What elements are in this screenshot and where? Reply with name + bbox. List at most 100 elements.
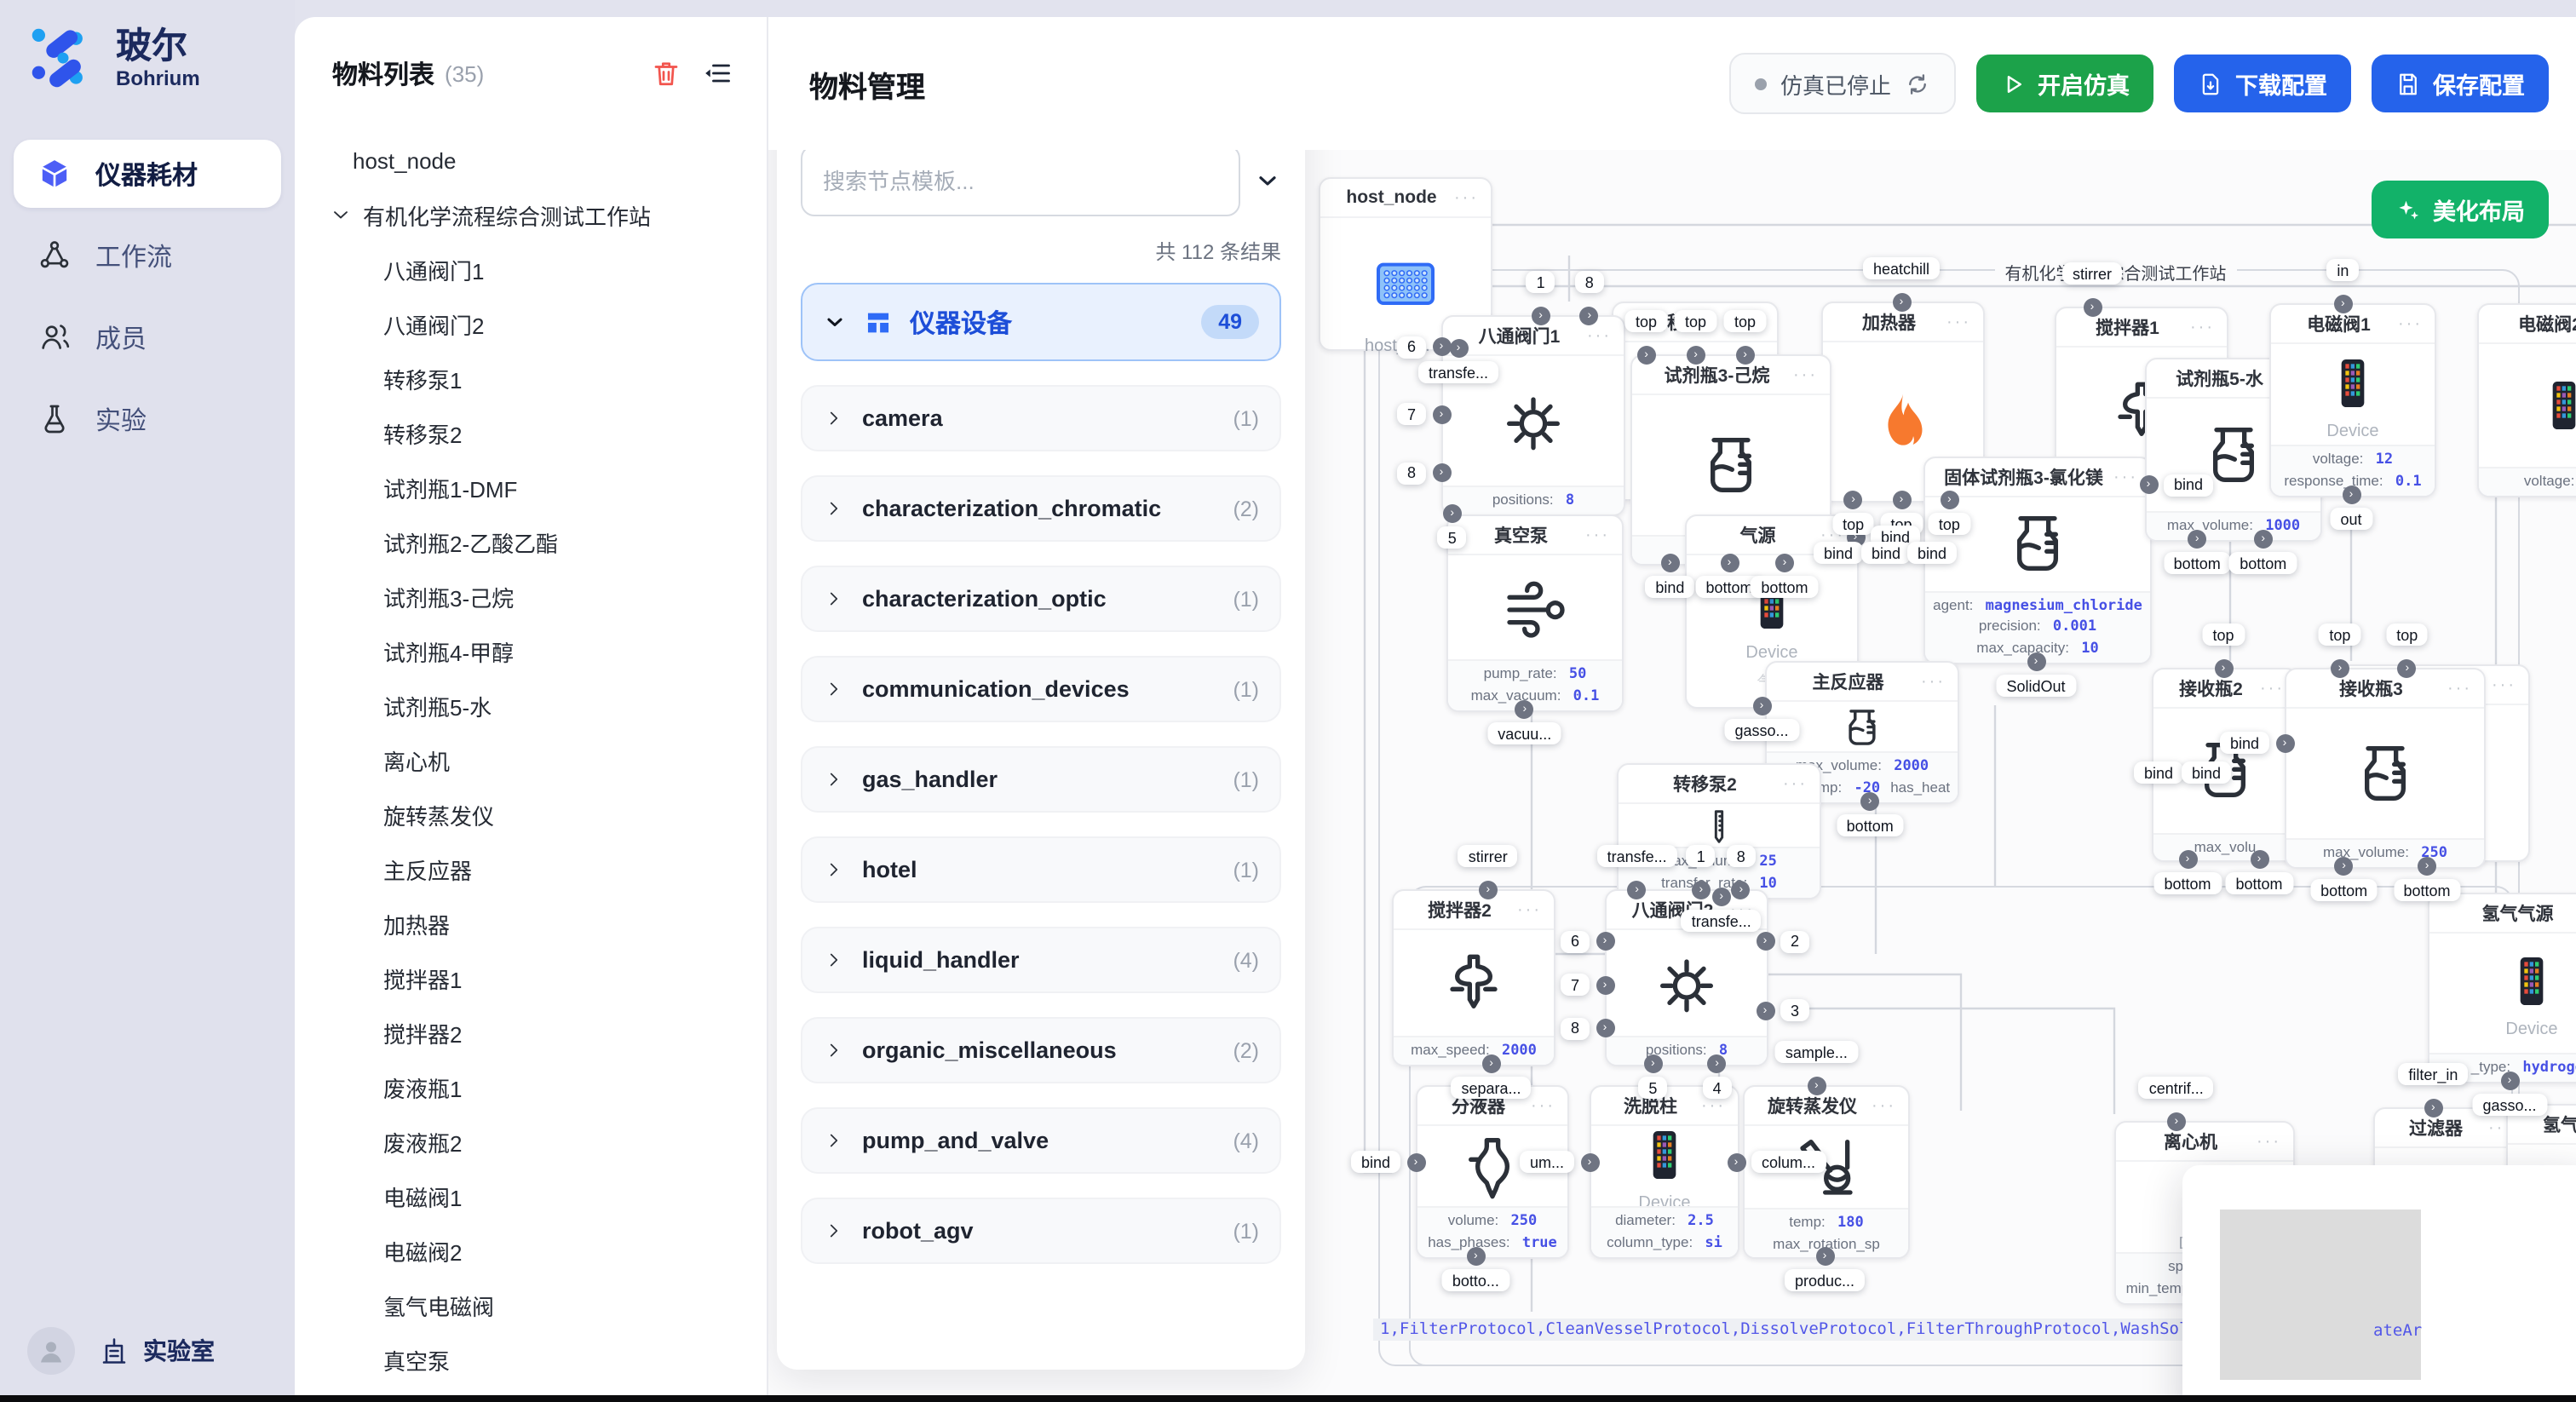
category-row-characterization_chromatic[interactable]: characterization_chromatic(2) — [801, 475, 1281, 542]
port-dot[interactable]: › — [1712, 887, 1731, 905]
port-label[interactable]: bind — [2220, 732, 2269, 754]
port-label[interactable]: filter_in — [2398, 1063, 2468, 1085]
port-dot[interactable]: › — [1449, 338, 1468, 357]
save-config-button[interactable]: 保存配置 — [2372, 55, 2549, 112]
node-menu[interactable]: ··· — [1531, 1096, 1555, 1115]
port-dot[interactable]: › — [1479, 880, 1498, 899]
category-group-instruments[interactable]: 仪器设备 49 — [801, 283, 1281, 361]
port-dot[interactable]: › — [1637, 345, 1656, 364]
node-menu[interactable]: ··· — [1701, 1096, 1726, 1115]
port-label[interactable]: bind — [1645, 576, 1694, 598]
port-label[interactable]: gasso... — [1724, 719, 1798, 741]
tree-item[interactable]: 八通阀门1 — [295, 242, 767, 296]
port-label[interactable]: bottom — [1751, 576, 1818, 598]
canvas-node[interactable]: 接收瓶3···max_volume: 250 — [2285, 668, 2486, 869]
node-menu[interactable]: ··· — [1921, 672, 1946, 691]
port-label[interactable]: separa... — [1452, 1077, 1532, 1099]
download-config-button[interactable]: 下载配置 — [2174, 55, 2351, 112]
tree-group-node[interactable]: 有机化学流程综合测试工作站 — [295, 187, 767, 242]
port-label[interactable]: bind — [2182, 761, 2231, 784]
port-label[interactable]: 8 — [1397, 463, 1426, 485]
tree-item[interactable]: 八通阀门2 — [295, 296, 767, 351]
port-label[interactable]: transfe... — [1682, 910, 1762, 932]
category-row-hotel[interactable]: hotel(1) — [801, 836, 1281, 903]
port-dot[interactable]: › — [1692, 880, 1711, 899]
port-label[interactable]: 8 — [1575, 271, 1604, 293]
port-dot[interactable]: › — [2083, 297, 2102, 316]
node-menu[interactable]: ··· — [1872, 1096, 1896, 1115]
node-menu[interactable]: ··· — [2260, 679, 2285, 698]
port-label[interactable]: bind — [2134, 761, 2183, 784]
port-label[interactable]: 5 — [1638, 1077, 1667, 1099]
port-label[interactable]: 1 — [1527, 271, 1555, 293]
canvas-node[interactable]: 八通阀门1···positions: 8 — [1441, 315, 1625, 516]
node-menu[interactable]: ··· — [2257, 1132, 2281, 1151]
port-label[interactable]: 3 — [1780, 1000, 1809, 1022]
port-dot[interactable]: › — [2424, 1098, 2442, 1117]
port-dot[interactable]: › — [1482, 1054, 1501, 1072]
port-dot[interactable]: › — [2167, 1112, 2186, 1130]
port-dot[interactable]: › — [2250, 849, 2268, 868]
tree-item[interactable]: 氢气电磁阀 — [295, 1278, 767, 1332]
port-label[interactable]: 1 — [1687, 845, 1716, 867]
port-dot[interactable]: › — [1775, 553, 1794, 572]
port-label[interactable]: top — [2202, 623, 2244, 646]
port-dot[interactable]: › — [1892, 490, 1911, 509]
port-dot[interactable]: › — [1815, 1246, 1834, 1265]
canvas-node[interactable]: 搅拌器2···max_speed: 2000 — [1392, 889, 1555, 1066]
tree-item[interactable]: 加热器 — [295, 896, 767, 951]
category-row-gas_handler[interactable]: gas_handler(1) — [801, 746, 1281, 813]
port-label[interactable]: stirrer — [2062, 262, 2122, 284]
port-dot[interactable]: › — [2331, 658, 2349, 677]
port-dot[interactable]: › — [2178, 849, 2197, 868]
canvas-node[interactable]: 洗脱柱···Devicediameter: 2.5column_type: si — [1590, 1085, 1739, 1259]
port-label[interactable]: 8 — [1561, 1017, 1590, 1039]
canvas-node[interactable]: 电磁阀1···Devicevoltage: 12response_time: 0… — [2269, 303, 2436, 497]
port-dot[interactable]: › — [1432, 337, 1451, 356]
port-label[interactable]: bind — [2164, 474, 2213, 497]
port-label[interactable]: heatchill — [1863, 257, 1940, 279]
node-menu[interactable]: ··· — [2447, 679, 2472, 698]
port-dot[interactable]: › — [1443, 503, 1462, 522]
port-label[interactable]: vacuu... — [1487, 722, 1561, 744]
port-label[interactable]: sample... — [1775, 1041, 1858, 1063]
port-label[interactable]: 8 — [1727, 845, 1756, 867]
tree-item[interactable]: 真空泵 — [295, 1332, 767, 1387]
tree-item[interactable]: 试剂瓶1-DMF — [295, 460, 767, 514]
port-dot[interactable]: › — [1892, 292, 1911, 311]
port-dot[interactable]: › — [2027, 652, 2045, 670]
port-label[interactable]: bottom — [2225, 872, 2292, 894]
port-label[interactable]: top — [1675, 310, 1716, 332]
port-label[interactable]: transfe... — [1418, 361, 1498, 383]
port-label[interactable]: colum... — [1751, 1151, 1826, 1173]
tree-item[interactable]: 废液瓶2 — [295, 1114, 767, 1169]
port-label[interactable]: bind — [1814, 542, 1863, 564]
port-label[interactable]: 6 — [1397, 336, 1426, 358]
port-label[interactable]: bind — [1907, 542, 1957, 564]
port-dot[interactable]: › — [1596, 975, 1614, 994]
tree-item[interactable]: 试剂瓶3-己烷 — [295, 569, 767, 623]
category-row-communication_devices[interactable]: communication_devices(1) — [801, 656, 1281, 722]
node-menu[interactable]: ··· — [1793, 365, 1818, 384]
canvas-node[interactable]: 氢气气源···Device_type: hydrogen — [2428, 893, 2576, 1083]
sidebar-item-members[interactable]: 成员 — [14, 303, 281, 371]
port-label[interactable]: in — [2326, 259, 2359, 281]
canvas-node[interactable]: 电磁阀2···voltage: 12 — [2477, 303, 2576, 497]
port-label[interactable]: bind — [1351, 1151, 1400, 1173]
port-label[interactable]: SolidOut — [1996, 675, 2075, 697]
port-dot[interactable]: › — [1727, 1152, 1745, 1171]
node-menu[interactable]: ··· — [1585, 526, 1610, 544]
minimap-viewport[interactable] — [2220, 1210, 2421, 1380]
tree-root-node[interactable]: host_node — [295, 133, 767, 187]
port-dot[interactable]: › — [1736, 345, 1755, 364]
node-menu[interactable]: ··· — [2492, 675, 2516, 694]
tree-item[interactable]: 电磁阀1 — [295, 1169, 767, 1223]
sidebar-item-lab[interactable]: 实验室 — [99, 1334, 215, 1368]
category-row-characterization_optic[interactable]: characterization_optic(1) — [801, 566, 1281, 632]
node-menu[interactable]: ··· — [1783, 774, 1808, 793]
sidebar-item-instruments[interactable]: 仪器耗材 — [14, 140, 281, 208]
node-menu[interactable]: ··· — [1454, 188, 1479, 207]
port-dot[interactable]: › — [1406, 1152, 1425, 1171]
refresh-icon[interactable] — [1905, 71, 1930, 96]
chevron-down-icon[interactable] — [1254, 167, 1281, 194]
